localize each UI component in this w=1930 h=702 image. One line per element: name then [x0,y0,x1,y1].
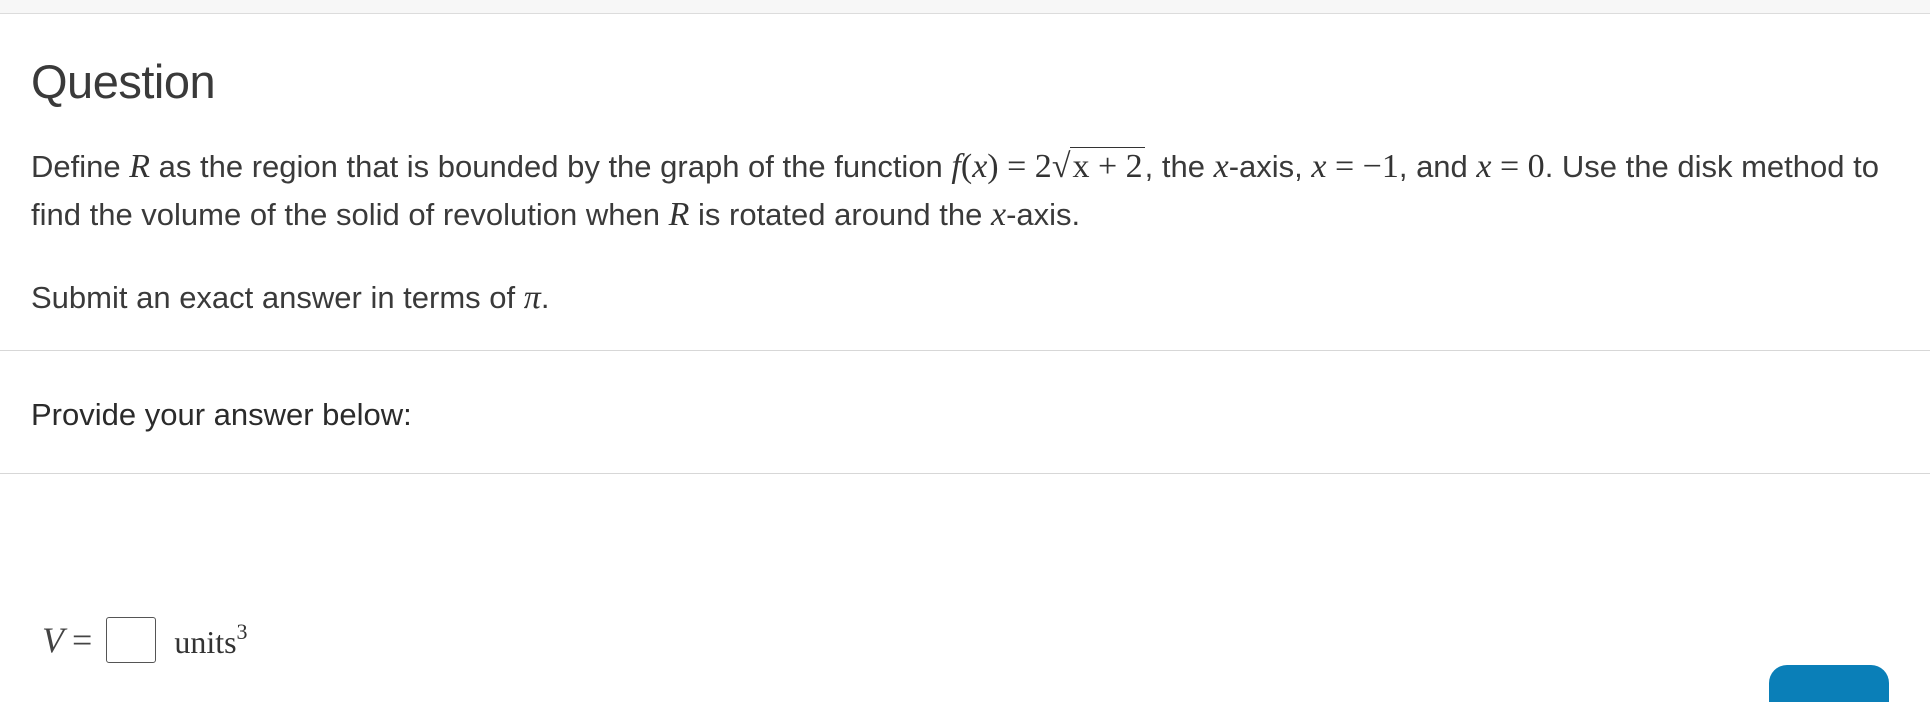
units-text: units [174,624,237,660]
sqrt-symbol: √x + 2 [1051,147,1145,185]
question-prompt: Define R as the region that is bounded b… [31,143,1891,239]
function-name: f [951,148,961,185]
region-var-text: R [129,148,151,185]
region-var-text: R [668,196,690,233]
question-section: Question Define R as the region that is … [0,14,1930,351]
units-exponent: 3 [236,619,248,644]
answer-label: Provide your answer below: [31,397,412,432]
x-var-text: x [990,196,1007,233]
function-arg: x [972,148,988,185]
question-card: Question Define R as the region that is … [0,14,1930,702]
bound-1: x = −1 [1311,148,1398,185]
prompt-text: , the [1144,149,1214,184]
answer-area: V = units3 [0,474,1930,702]
bound-1-value: = −1 [1326,148,1399,185]
paren-close: ) [987,148,999,185]
answer-input-box[interactable] [106,617,157,663]
prompt-text: Define [31,149,130,184]
prompt-text: is rotated around the [689,197,991,232]
bound-2-var: x [1476,148,1492,185]
question-heading: Question [31,55,216,108]
region-var: R [129,148,150,185]
bound-2-value: = 0 [1491,148,1545,185]
pi-symbol: π [524,279,541,316]
function-expression: f(x) = 2√x + 2 [951,147,1145,185]
x-var: x [991,196,1006,233]
region-var: R [669,196,690,233]
function-equals: = 2 [998,148,1052,185]
bound-2: x = 0 [1476,148,1544,185]
answer-equation: V = units3 [42,617,248,663]
sqrt-radicand: x + 2 [1070,147,1145,185]
submit-button[interactable] [1769,665,1889,702]
prompt-text: -axis, [1228,149,1312,184]
equals-sign: = [72,620,93,660]
pi-text: π [523,279,541,316]
submit-note: Submit an exact answer in terms of π. [31,279,549,317]
top-strip [0,0,1930,14]
submit-note-end: . [540,280,550,315]
prompt-text: as the region that is bounded by the gra… [150,149,952,184]
answer-label-section: Provide your answer below: [0,351,1930,474]
volume-variable: V [42,620,64,660]
prompt-text: , and [1398,149,1477,184]
paren-open: ( [960,148,973,185]
units-label: units3 [174,619,247,661]
submit-note-text: Submit an exact answer in terms of [31,280,524,315]
x-var-text: x [1213,148,1229,185]
prompt-text: -axis. [1006,197,1081,232]
bound-1-var: x [1311,148,1327,185]
x-var: x [1214,148,1229,185]
